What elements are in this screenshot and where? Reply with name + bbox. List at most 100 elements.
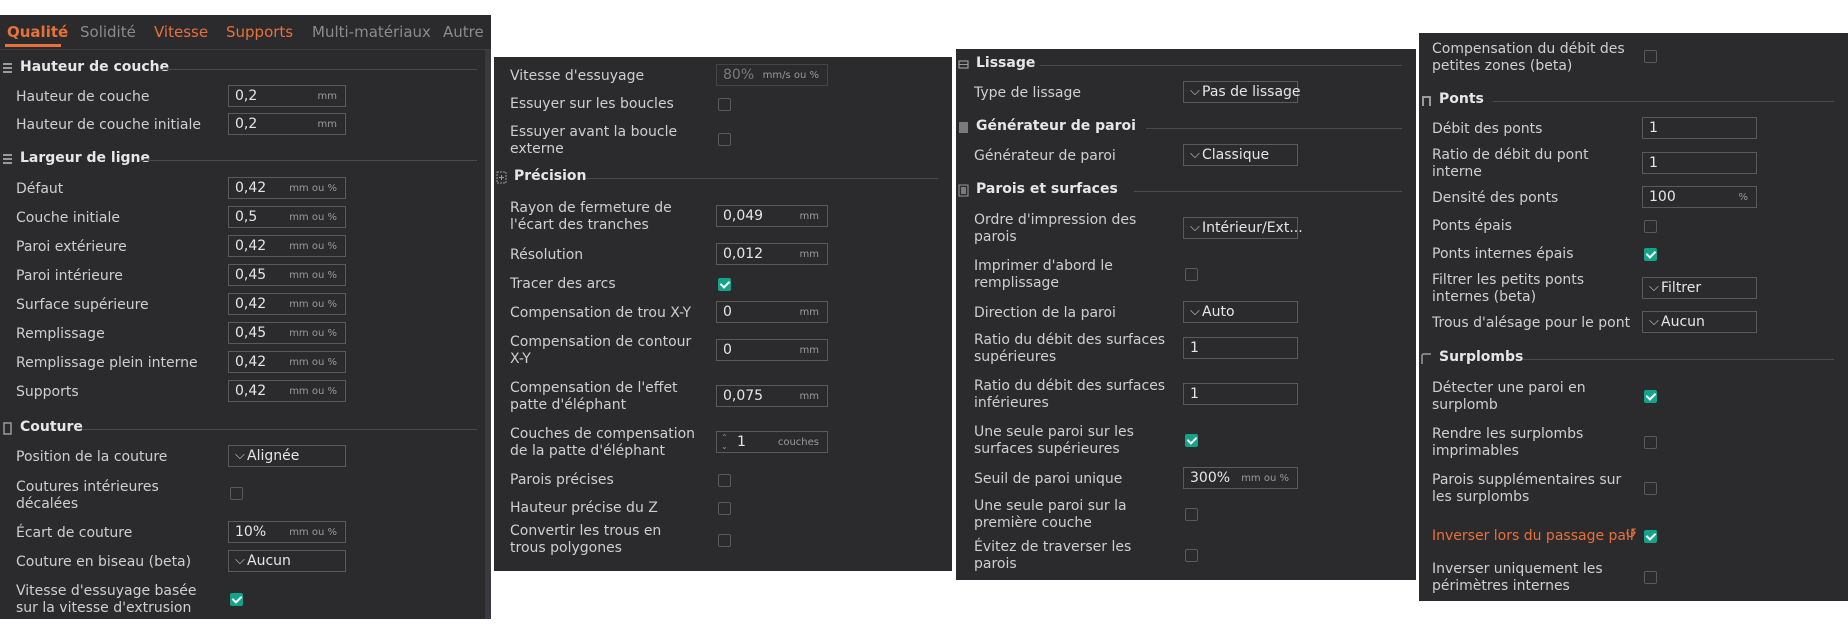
rayon-fermeture-input[interactable]: 0,049 mm	[716, 205, 828, 227]
paroi-interieure-input[interactable]: 0,45 mm ou %	[228, 264, 346, 286]
tab-bar: Qualité Solidité Vitesse Supports Multi-…	[0, 15, 491, 50]
inverser-passage-pair-checkbox[interactable]	[1644, 530, 1657, 543]
unit-label: mm	[317, 119, 337, 130]
tracer-arcs-checkbox[interactable]	[718, 278, 731, 291]
section-title: Couture	[20, 419, 83, 435]
label-detecter-paroi-surplomb: Détecter une paroi en surplomb	[1432, 380, 1586, 413]
label-debit-ponts: Débit des ponts	[1432, 121, 1543, 137]
label-vitesse-essuyage: Vitesse d'essuyage	[510, 68, 645, 84]
label-parois-supplementaires: Parois supplémentaires sur les surplombs	[1432, 472, 1622, 505]
resolution-input[interactable]: 0,012 mm	[716, 243, 828, 265]
seule-paroi-superieures-checkbox[interactable]	[1185, 434, 1198, 447]
tab-qualite[interactable]: Qualité	[7, 23, 68, 41]
ponts-epais-checkbox[interactable]	[1644, 220, 1657, 233]
bridge-icon	[1422, 96, 1431, 106]
unit-label: mm ou %	[289, 357, 337, 368]
compensation-contour-input[interactable]: 0 mm	[716, 339, 828, 361]
couche-initiale-input[interactable]: 0,5 mm ou %	[228, 206, 346, 228]
walls-surfaces-icon	[958, 184, 969, 197]
label-paroi-interieure: Paroi intérieure	[16, 268, 123, 284]
vitesse-essuyage-extrusion-checkbox[interactable]	[230, 593, 243, 606]
field-value: Auto	[1202, 304, 1235, 320]
couches-compensation-stepper[interactable]: ⌃ ⌄ 1 couches	[716, 431, 828, 453]
label-generateur-paroi: Générateur de paroi	[974, 148, 1116, 164]
supports-input[interactable]: 0,42 mm ou %	[228, 380, 346, 402]
compensation-petites-zones-checkbox[interactable]	[1644, 50, 1657, 63]
label-essuyer-avant-boucle: Essuyer avant la boucle externe	[510, 124, 678, 157]
chevron-down-icon: ⌵	[1190, 84, 1200, 99]
field-value: 0,42	[235, 354, 267, 370]
paroi-exterieure-input[interactable]: 0,42 mm ou %	[228, 235, 346, 257]
surface-superieure-input[interactable]: 0,42 mm ou %	[228, 293, 346, 315]
field-value: 0,45	[235, 267, 267, 283]
field-value: 1	[1649, 155, 1658, 171]
ponts-internes-epais-checkbox[interactable]	[1644, 248, 1657, 261]
section-title: Ponts	[1439, 91, 1484, 107]
section-precision: Précision	[494, 168, 952, 190]
label-position-couture: Position de la couture	[16, 449, 168, 465]
vitesse-essuyage-input[interactable]: 80% mm/s ou %	[716, 64, 828, 86]
position-couture-select[interactable]: ⌵ Alignée	[228, 445, 346, 467]
label-seule-paroi-superieures: Une seule paroi sur les surfaces supérie…	[974, 424, 1134, 457]
compensation-patte-input[interactable]: 0,075 mm	[716, 385, 828, 407]
tab-supports[interactable]: Supports	[226, 23, 293, 41]
field-value: 80%	[723, 67, 755, 83]
field-value: 1	[1190, 386, 1199, 402]
unit-label: mm	[799, 249, 819, 260]
detecter-paroi-surplomb-checkbox[interactable]	[1644, 390, 1657, 403]
label-compensation-petites-zones: Compensation du débit des petites zones …	[1432, 41, 1625, 74]
seule-paroi-premiere-couche-checkbox[interactable]	[1185, 508, 1198, 521]
label-remplissage: Remplissage	[16, 326, 105, 342]
eviter-traverser-parois-checkbox[interactable]	[1185, 549, 1198, 562]
field-value: 10%	[235, 524, 267, 540]
remplissage-input[interactable]: 0,45 mm ou %	[228, 322, 346, 344]
ratio-surfaces-inferieures-input[interactable]: 1	[1183, 383, 1298, 405]
defaut-input[interactable]: 0,42 mm ou %	[228, 177, 346, 199]
field-value: 0	[723, 304, 732, 320]
label-ratio-surfaces-inferieures: Ratio du débit des surfaces inférieures	[974, 378, 1166, 411]
unit-label: mm ou %	[289, 183, 337, 194]
label-imprimer-remplissage: Imprimer d'abord le remplissage	[974, 258, 1113, 291]
hauteur-precise-z-checkbox[interactable]	[718, 502, 731, 515]
tab-autre[interactable]: Autre	[443, 23, 484, 41]
seuil-paroi-unique-input[interactable]: 300% mm ou %	[1183, 467, 1298, 489]
stepper-arrows-icon[interactable]: ⌃ ⌄	[721, 433, 728, 451]
ratio-surfaces-superieures-input[interactable]: 1	[1183, 337, 1298, 359]
inverser-perimetres-internes-checkbox[interactable]	[1644, 571, 1657, 584]
chevron-down-icon: ⌵	[1649, 280, 1659, 295]
field-value: Pas de lissage	[1202, 84, 1301, 100]
label-remplissage-plein-interne: Remplissage plein interne	[16, 355, 198, 371]
reset-icon[interactable]: ↺	[1625, 526, 1637, 542]
tab-multi-materiaux[interactable]: Multi-matériaux	[312, 23, 431, 41]
scrollbar[interactable]	[485, 50, 491, 619]
densite-ponts-input[interactable]: 100%	[1642, 186, 1757, 208]
parois-supplementaires-checkbox[interactable]	[1644, 482, 1657, 495]
direction-paroi-select[interactable]: ⌵ Auto	[1183, 301, 1298, 323]
debit-ponts-input[interactable]: 1	[1642, 117, 1757, 139]
trous-alesage-select[interactable]: ⌵ Aucun	[1642, 311, 1757, 333]
coutures-interieures-decalees-checkbox[interactable]	[230, 487, 243, 500]
remplissage-plein-interne-input[interactable]: 0,42 mm ou %	[228, 351, 346, 373]
surplombs-imprimables-checkbox[interactable]	[1644, 436, 1657, 449]
essuyer-boucles-checkbox[interactable]	[718, 98, 731, 111]
type-lissage-select[interactable]: ⌵ Pas de lissage	[1183, 81, 1301, 103]
couture-biseau-select[interactable]: ⌵ Aucun	[228, 550, 346, 572]
compensation-trou-input[interactable]: 0 mm	[716, 301, 828, 323]
ordre-impression-select[interactable]: ⌵ Intérieur/Ext...	[1183, 217, 1303, 239]
parois-precises-checkbox[interactable]	[718, 474, 731, 487]
section-divider	[140, 160, 477, 161]
generateur-paroi-select[interactable]: ⌵ Classique	[1183, 144, 1298, 166]
hauteur-couche-input[interactable]: 0,2 mm	[228, 85, 346, 107]
convertir-trous-checkbox[interactable]	[718, 534, 731, 547]
section-parois-surfaces: Parois et surfaces	[956, 181, 1416, 203]
section-divider	[1493, 101, 1834, 102]
tab-vitesse[interactable]: Vitesse	[154, 23, 208, 41]
label-couture-biseau: Couture en biseau (beta)	[16, 554, 192, 570]
tab-solidite[interactable]: Solidité	[80, 23, 136, 41]
imprimer-remplissage-checkbox[interactable]	[1185, 268, 1198, 281]
filtrer-petits-ponts-select[interactable]: ⌵ Filtrer	[1642, 277, 1757, 299]
ratio-pont-interne-input[interactable]: 1	[1642, 152, 1757, 174]
ecart-couture-input[interactable]: 10% mm ou %	[228, 521, 346, 543]
essuyer-avant-boucle-checkbox[interactable]	[718, 133, 731, 146]
hauteur-couche-initiale-input[interactable]: 0,2 mm	[228, 113, 346, 135]
